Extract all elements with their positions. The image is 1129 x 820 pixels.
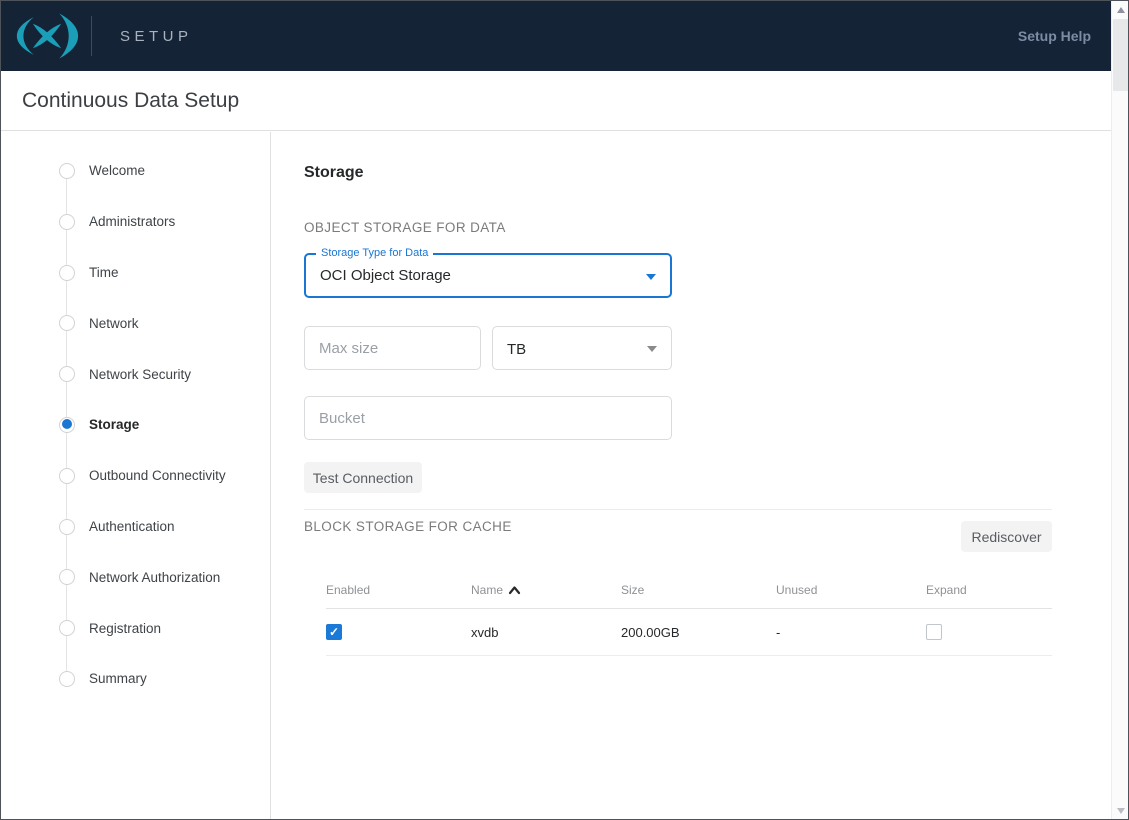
- chevron-down-icon: [647, 346, 657, 352]
- step-label: Outbound Connectivity: [89, 468, 226, 484]
- table-header-row: Enabled Name Size Unused Expand: [326, 571, 1052, 609]
- panel-heading: Storage: [304, 164, 364, 181]
- page-title: Continuous Data Setup: [22, 89, 240, 112]
- enabled-checkbox[interactable]: [326, 624, 342, 640]
- step-label: Welcome: [89, 163, 146, 179]
- app-header: SETUP Setup Help: [1, 1, 1113, 71]
- step-label: Administrators: [89, 214, 176, 230]
- step-circle: [59, 620, 75, 637]
- disk-unused: -: [776, 624, 781, 640]
- step-network[interactable]: Network: [1, 298, 270, 349]
- step-circle: [59, 315, 75, 332]
- step-label: Storage: [89, 417, 140, 433]
- step-label: Time: [89, 265, 119, 281]
- column-header-unused: Unused: [776, 582, 818, 597]
- block-storage-section-title: BLOCK STORAGE FOR CACHE: [304, 519, 512, 534]
- step-label: Authentication: [89, 519, 175, 535]
- step-registration[interactable]: Registration: [1, 603, 270, 654]
- wizard-stepper: Welcome Administrators Time Network Netw…: [1, 132, 271, 819]
- delphix-logo-icon: [14, 12, 80, 65]
- setup-help-link[interactable]: Setup Help: [1018, 1, 1091, 71]
- max-size-input[interactable]: [304, 326, 481, 370]
- size-unit-select[interactable]: TB: [492, 326, 672, 370]
- vertical-scrollbar[interactable]: [1111, 1, 1128, 819]
- rediscover-button[interactable]: Rediscover: [961, 521, 1052, 552]
- step-time[interactable]: Time: [1, 247, 270, 298]
- block-storage-table: Enabled Name Size Unused Expand xvdb 200…: [326, 571, 1052, 656]
- step-welcome[interactable]: Welcome: [1, 146, 270, 197]
- object-storage-section-title: OBJECT STORAGE FOR DATA: [304, 220, 506, 235]
- title-bar: Continuous Data Setup: [1, 71, 1113, 131]
- column-header-name[interactable]: Name: [471, 583, 621, 597]
- step-circle: [59, 467, 75, 484]
- header-divider: [91, 16, 92, 56]
- step-circle: [59, 162, 75, 179]
- step-label: Registration: [89, 620, 162, 636]
- scroll-up-arrow-icon[interactable]: [1112, 1, 1128, 18]
- step-label: Summary: [89, 671, 147, 687]
- step-circle: [59, 264, 75, 281]
- step-label: Network Authorization: [89, 569, 221, 585]
- step-label: Network Security: [89, 366, 192, 382]
- size-unit-value: TB: [507, 340, 527, 358]
- chevron-down-icon: [646, 273, 656, 280]
- column-header-enabled: Enabled: [326, 582, 371, 597]
- table-row: xvdb 200.00GB -: [326, 609, 1052, 656]
- step-network-security[interactable]: Network Security: [1, 349, 270, 400]
- step-summary[interactable]: Summary: [1, 654, 270, 705]
- step-storage[interactable]: Storage: [1, 400, 270, 451]
- storage-type-value: OCI Object Storage: [320, 267, 451, 284]
- step-circle: [59, 569, 75, 586]
- storage-type-select[interactable]: Storage Type for Data OCI Object Storage: [304, 247, 672, 298]
- column-header-size: Size: [621, 582, 645, 597]
- section-divider: [304, 509, 1052, 510]
- step-network-authorization[interactable]: Network Authorization: [1, 552, 270, 603]
- expand-checkbox[interactable]: [926, 624, 942, 640]
- bucket-input[interactable]: [304, 396, 672, 440]
- product-name: SETUP: [120, 27, 193, 45]
- scrollbar-thumb[interactable]: [1113, 19, 1128, 91]
- test-connection-button[interactable]: Test Connection: [304, 462, 422, 493]
- step-circle: [59, 518, 75, 535]
- step-circle: [59, 366, 75, 383]
- step-authentication[interactable]: Authentication: [1, 501, 270, 552]
- sort-ascending-icon: [508, 585, 521, 595]
- scroll-down-arrow-icon[interactable]: [1112, 802, 1128, 819]
- column-header-expand: Expand: [926, 582, 967, 597]
- step-circle: [59, 670, 75, 687]
- step-outbound-connectivity[interactable]: Outbound Connectivity: [1, 450, 270, 501]
- disk-name: xvdb: [471, 624, 499, 640]
- step-administrators[interactable]: Administrators: [1, 196, 270, 247]
- step-circle: [59, 213, 75, 230]
- setup-window: SETUP Setup Help Continuous Data Setup W…: [0, 0, 1129, 820]
- storage-step-panel: Storage OBJECT STORAGE FOR DATA Storage …: [272, 132, 1113, 819]
- step-label: Network: [89, 315, 139, 331]
- disk-size: 200.00GB: [621, 624, 680, 640]
- step-circle: [59, 416, 75, 433]
